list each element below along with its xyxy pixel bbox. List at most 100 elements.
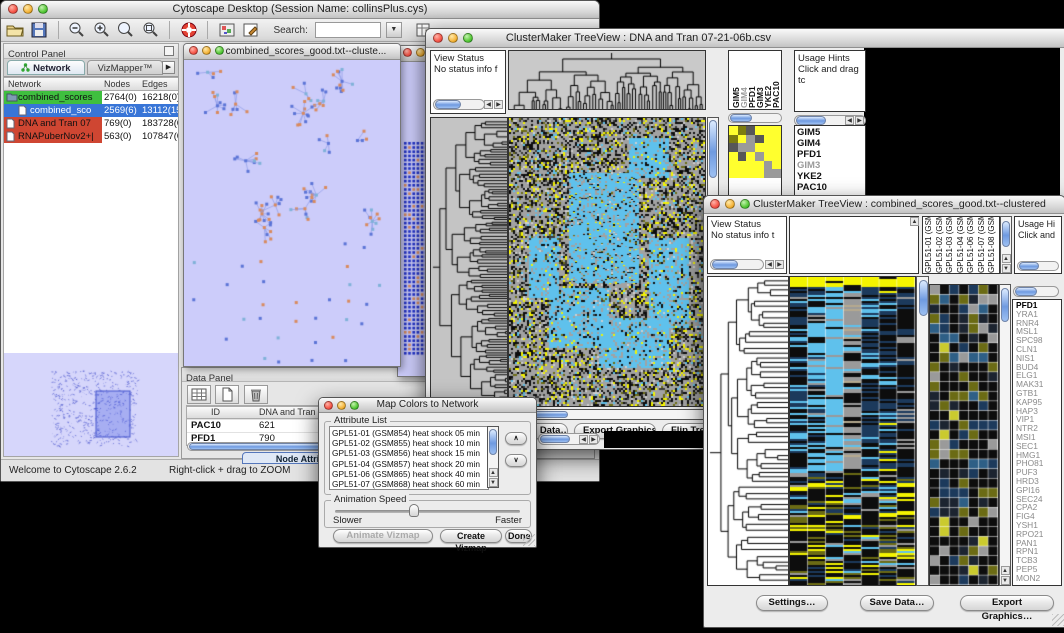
row-label[interactable]: PAC10 (797, 182, 863, 193)
matrix-cell[interactable] (755, 135, 764, 144)
tree2-zoom-vscrollbar[interactable]: ▲ ▼ (999, 284, 1011, 586)
column-label[interactable]: GIM4 (739, 52, 747, 108)
close-button[interactable] (403, 48, 412, 57)
matrix-cell[interactable] (772, 143, 781, 152)
matrix-cell[interactable] (738, 161, 747, 170)
matrix-cell[interactable] (746, 161, 755, 170)
attribute-item[interactable]: GPL51-03 (GSM856) heat shock 15 min (332, 448, 488, 458)
network-table-row[interactable]: combined_sco2569(6)13112(15) (4, 104, 178, 117)
minimize-button[interactable] (337, 401, 346, 410)
tree2-hints-hscrollbar[interactable] (1017, 261, 1059, 271)
network-canvas-1[interactable] (184, 60, 398, 365)
matrix-cell[interactable] (772, 169, 781, 178)
minimize-button[interactable] (448, 33, 458, 43)
zoom-button[interactable] (38, 4, 48, 14)
tree2-genes-hscrollbar[interactable] (1013, 286, 1059, 297)
column-label[interactable]: GIM5 (731, 52, 739, 108)
column-label[interactable]: PFD1 (747, 52, 755, 108)
float-panel-icon[interactable] (164, 46, 174, 56)
search-input[interactable] (315, 22, 381, 38)
column-label[interactable]: GIM3 (755, 52, 763, 108)
matrix-cell[interactable] (746, 152, 755, 161)
matrix-cell[interactable] (772, 152, 781, 161)
annotation-icon[interactable] (241, 21, 261, 39)
attribute-item[interactable]: GPL51-06 (GSM865) heat shock 40 min (332, 469, 488, 479)
row-label[interactable]: GIM4 (797, 138, 863, 149)
minimize-button[interactable] (23, 4, 33, 14)
matrix-cell[interactable] (746, 126, 755, 135)
zoom-button[interactable] (350, 401, 359, 410)
tree2-column-dendrogram[interactable] (789, 216, 919, 274)
tree1-status-hscrollbar[interactable] (433, 99, 485, 110)
network-table-row[interactable]: combined_scores2764(0)16218(0) (4, 91, 178, 104)
column-label[interactable]: GPL51-07 (GSM868) (977, 217, 988, 273)
scroll-down-icon[interactable]: ▼ (489, 478, 498, 487)
close-button[interactable] (433, 33, 443, 43)
resize-grip[interactable] (1052, 614, 1064, 626)
matrix-cell[interactable] (746, 169, 755, 178)
tree2-status-hscrollbar[interactable] (710, 259, 764, 270)
col-edges[interactable]: Edges (142, 78, 168, 90)
scroll-left-icon[interactable]: ◀ (579, 435, 588, 444)
tree2-labels-vscrollbar[interactable]: ▲ ▼ (1000, 216, 1012, 274)
tab-network[interactable]: Network (7, 60, 85, 75)
data-col-id[interactable]: ID (211, 407, 220, 418)
tree2-heatmap-global[interactable] (789, 276, 916, 586)
matrix-cell[interactable] (755, 161, 764, 170)
scroll-left-icon[interactable]: ◀ (845, 116, 854, 125)
column-label[interactable]: GPL51-03 (GSM856) (945, 217, 956, 273)
grid-icon[interactable] (187, 385, 211, 404)
minimize-button[interactable] (725, 199, 735, 209)
scroll-left-icon[interactable]: ◀ (765, 260, 774, 269)
export-graphics-button[interactable]: Export Graphics… (960, 595, 1054, 611)
matrix-cell[interactable] (755, 126, 764, 135)
scroll-left-icon[interactable]: ◀ (484, 100, 493, 109)
column-label[interactable]: GPL51-02 (GSM855) (935, 217, 946, 273)
gene-label[interactable]: MON2 (1016, 574, 1061, 583)
matrix-cell[interactable] (746, 143, 755, 152)
animate-vizmap-button[interactable]: Animate Vizmap (333, 529, 433, 543)
birdseye-view[interactable] (4, 353, 178, 456)
search-dropdown-icon[interactable]: ▼ (386, 22, 402, 38)
matrix-cell[interactable] (738, 126, 747, 135)
tree2-global-vscrollbar[interactable] (916, 276, 929, 586)
matrix-cell[interactable] (738, 135, 747, 144)
network-table-row[interactable]: RNAPuberNov2+|563(0)107847(0) (4, 130, 178, 143)
tree1-column-dendrogram[interactable] (508, 50, 706, 110)
tree1-row-dendrogram[interactable] (430, 117, 508, 407)
minimize-button[interactable] (416, 48, 425, 57)
tab-vizmapper[interactable]: VizMapper™ (87, 60, 163, 75)
scroll-right-icon[interactable]: ▶ (855, 116, 864, 125)
col-nodes[interactable]: Nodes (104, 78, 130, 90)
matrix-cell[interactable] (764, 161, 773, 170)
close-button[interactable] (189, 46, 198, 55)
zoom-button[interactable] (463, 33, 473, 43)
column-label[interactable]: GPL51-08 (GSM872) (987, 217, 998, 273)
row-label[interactable]: YKE2 (797, 171, 863, 182)
matrix-cell[interactable] (755, 169, 764, 178)
matrix-cell[interactable] (764, 143, 773, 152)
scroll-right-icon[interactable]: ▶ (589, 435, 598, 444)
trash-icon[interactable] (244, 385, 268, 404)
col-network[interactable]: Network (8, 78, 41, 90)
attribute-item[interactable]: GPL51-07 (GSM868) heat shock 60 min (332, 479, 488, 489)
tab-overflow-icon[interactable]: ▶ (162, 61, 175, 74)
main-titlebar[interactable]: Cytoscape Desktop (Session Name: collins… (1, 1, 599, 19)
save-icon[interactable] (29, 21, 49, 39)
scroll-right-icon[interactable]: ▶ (494, 100, 503, 109)
zoom-fit-icon[interactable] (116, 21, 136, 39)
matrix-cell[interactable] (772, 126, 781, 135)
settings-button[interactable]: Settings… (756, 595, 828, 611)
scroll-up-icon[interactable]: ▲ (1001, 566, 1010, 575)
scroll-down-icon[interactable]: ▼ (1001, 576, 1010, 585)
matrix-cell[interactable] (729, 126, 738, 135)
attribute-listbox[interactable]: GPL51-01 (GSM854) heat shock 05 minGPL51… (329, 426, 489, 490)
matrix-cell[interactable] (764, 126, 773, 135)
tree2-row-dendrogram[interactable] (707, 276, 789, 586)
attribute-list-vscrollbar[interactable]: ▲ ▼ (487, 426, 499, 488)
zoom-out-icon[interactable] (67, 21, 87, 39)
row-label[interactable]: GIM3 (797, 160, 863, 171)
row-label[interactable]: GIM5 (797, 127, 863, 138)
resize-grip[interactable] (523, 534, 535, 546)
zoom-selected-icon[interactable] (141, 21, 161, 39)
